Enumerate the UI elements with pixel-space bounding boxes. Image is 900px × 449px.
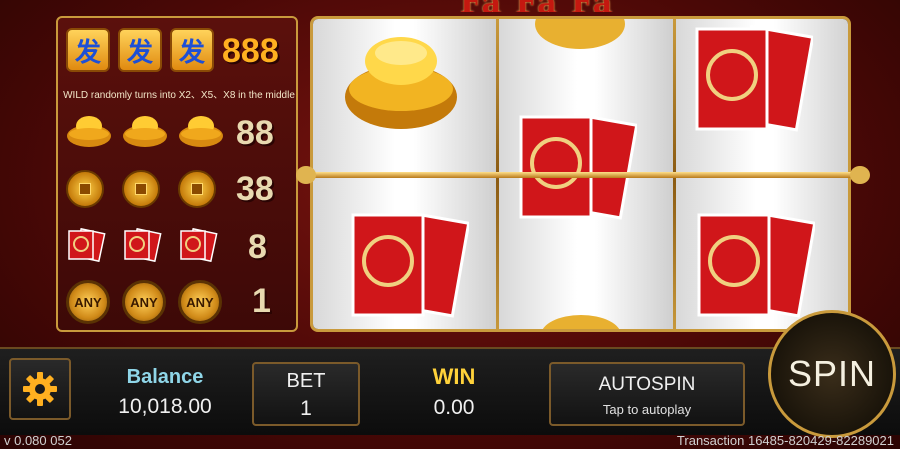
spin-button[interactable]: SPIN bbox=[768, 310, 896, 438]
balance-panel: Balance 10,018.00 bbox=[100, 362, 230, 426]
red-envelope-icon bbox=[180, 228, 218, 262]
control-bar: Balance 10,018.00 BET 1 WIN 0.00 AUTOSPI… bbox=[0, 347, 900, 435]
paytable-row-envelope bbox=[66, 228, 218, 262]
game-title: Fa Fa Fa bbox=[460, 0, 660, 12]
ingot-multiplier: 88 bbox=[236, 114, 274, 152]
paytable: 发 发 发 888 WILD randomly turns into X2、X5… bbox=[56, 16, 298, 332]
paytable-row-ingot bbox=[66, 114, 224, 148]
any-coin-icon: ANY bbox=[178, 280, 222, 324]
win-panel: WIN 0.00 bbox=[400, 362, 508, 426]
gold-coin-icon bbox=[66, 170, 104, 208]
wild-symbol: 发 bbox=[66, 28, 110, 72]
settings-button[interactable] bbox=[9, 358, 71, 420]
win-value: 0.00 bbox=[433, 396, 475, 419]
payline bbox=[300, 172, 862, 178]
wild-multiplier: 888 bbox=[222, 32, 279, 70]
paytable-row-coin bbox=[66, 170, 216, 208]
wild-note: WILD randomly turns into X2、X5、X8 in the… bbox=[63, 90, 295, 101]
red-envelope-icon bbox=[697, 210, 815, 318]
envelope-multiplier: 8 bbox=[248, 228, 267, 266]
gold-ingot-icon bbox=[179, 116, 223, 147]
coin-multiplier: 38 bbox=[236, 170, 274, 208]
bet-button[interactable]: BET 1 bbox=[252, 362, 360, 426]
autospin-hint: Tap to autoplay bbox=[602, 402, 692, 417]
payline-cap bbox=[296, 166, 316, 184]
gold-ingot-icon bbox=[67, 116, 111, 147]
red-envelope-icon bbox=[351, 210, 469, 318]
bet-value: 1 bbox=[300, 397, 312, 420]
paytable-row-any: ANY ANY ANY bbox=[66, 280, 222, 324]
paytable-row-wild: 发 发 发 bbox=[66, 28, 214, 72]
gold-ingot-icon bbox=[123, 116, 167, 147]
red-envelope-icon bbox=[68, 228, 106, 262]
gear-icon bbox=[23, 372, 57, 406]
win-label: WIN bbox=[432, 364, 476, 389]
bet-label: BET bbox=[286, 370, 326, 392]
any-coin-icon: ANY bbox=[122, 280, 166, 324]
balance-value: 10,018.00 bbox=[118, 395, 212, 418]
autospin-button[interactable]: AUTOSPIN Tap to autoplay bbox=[549, 362, 745, 426]
gold-ingot-icon bbox=[345, 37, 457, 129]
version-text: v 0.080 052 bbox=[4, 433, 72, 448]
red-envelope-icon bbox=[695, 24, 813, 132]
balance-label: Balance bbox=[126, 366, 204, 388]
gold-coin-icon bbox=[122, 170, 160, 208]
autospin-label: AUTOSPIN bbox=[598, 374, 696, 395]
any-multiplier: 1 bbox=[252, 282, 271, 320]
transaction-text: Transaction 16485-820429-82289021 bbox=[676, 433, 894, 448]
red-envelope-icon bbox=[519, 112, 637, 220]
any-coin-icon: ANY bbox=[66, 280, 110, 324]
wild-symbol: 发 bbox=[118, 28, 162, 72]
gold-coin-icon bbox=[178, 170, 216, 208]
wild-symbol: 发 bbox=[170, 28, 214, 72]
payline-cap bbox=[850, 166, 870, 184]
red-envelope-icon bbox=[124, 228, 162, 262]
